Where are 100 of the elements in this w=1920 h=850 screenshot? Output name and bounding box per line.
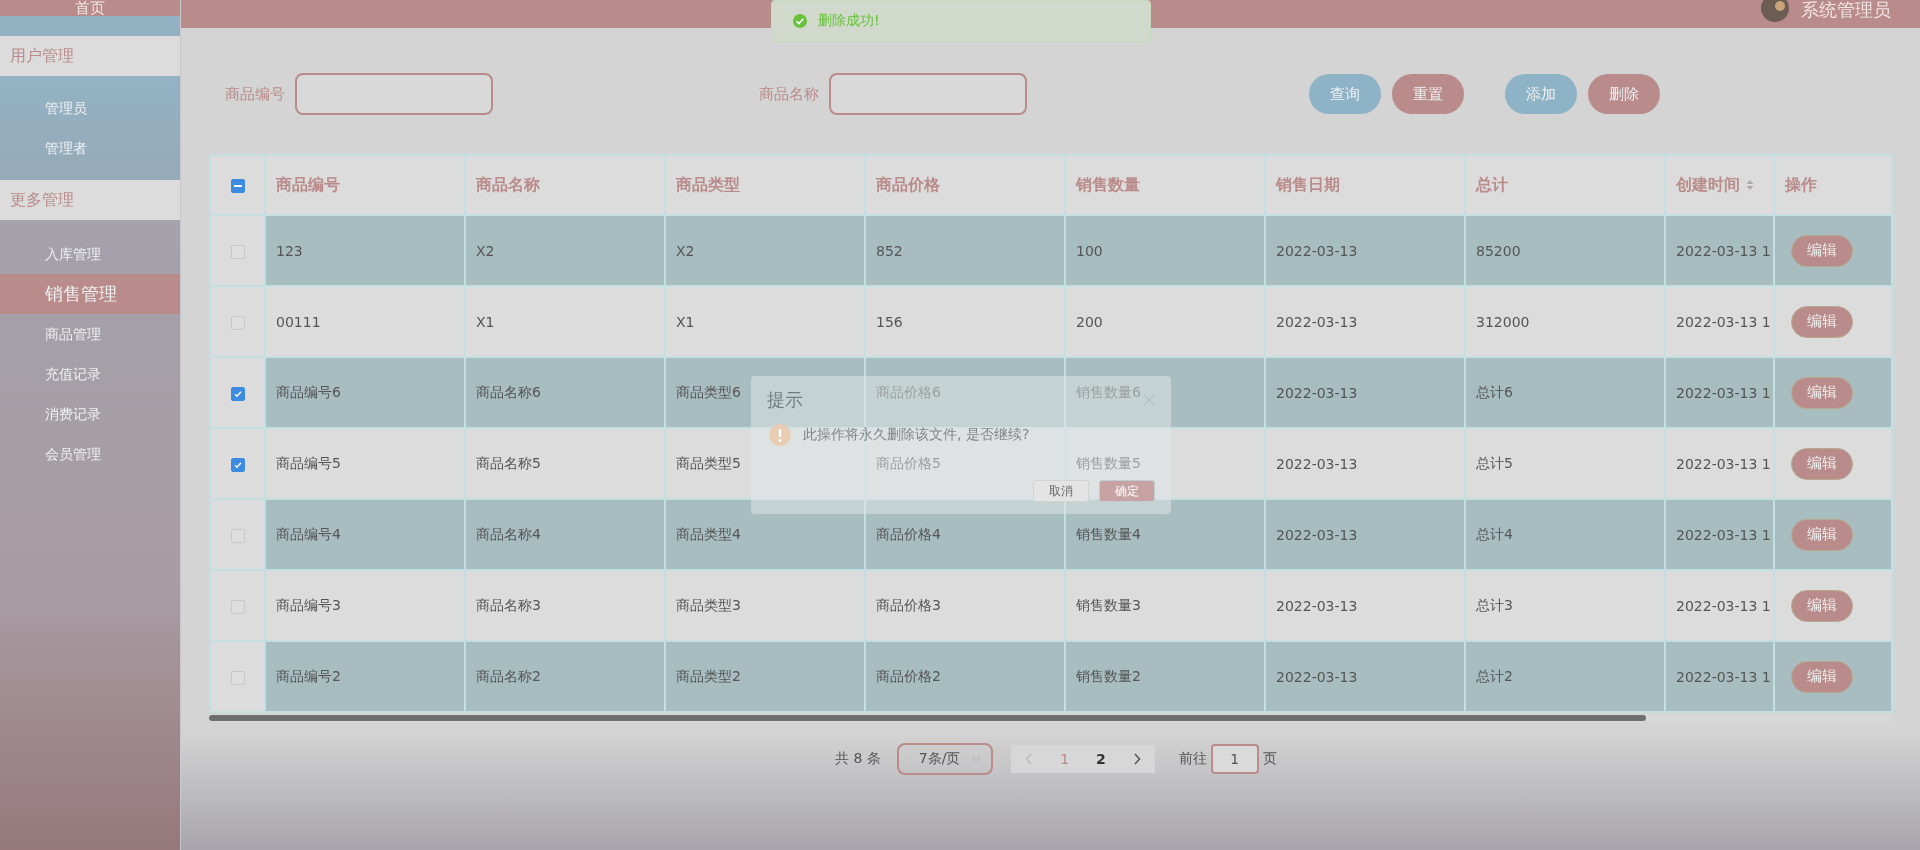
table-cell: 2022-03-13 1 <box>1665 499 1774 570</box>
jump-label: 前往 <box>1178 750 1207 768</box>
table-cell: 100 <box>1065 215 1265 286</box>
column-header[interactable]: 创建时间 <box>1665 155 1774 215</box>
table-cell: 总计5 <box>1465 428 1665 499</box>
column-header[interactable]: 商品编号 <box>265 155 465 215</box>
table-cell: 2022-03-13 <box>1265 570 1465 641</box>
sort-icon[interactable] <box>1746 179 1754 191</box>
table-cell: 商品名称5 <box>465 428 665 499</box>
table-cell: X1 <box>465 286 665 357</box>
table-cell: 商品名称3 <box>465 570 665 641</box>
table-cell: 2022-03-13 1 <box>1665 286 1774 357</box>
table-cell: 商品名称6 <box>465 357 665 428</box>
total-count: 共 8 条 <box>835 750 881 768</box>
sidebar-item[interactable]: 会员管理 <box>0 434 180 474</box>
edit-button[interactable]: 编辑 <box>1791 376 1853 409</box>
next-page-icon[interactable] <box>1132 753 1141 765</box>
page-number[interactable]: 1 <box>1046 751 1083 767</box>
page-size-select[interactable]: 7条/页 <box>896 743 993 775</box>
table-cell: 商品名称4 <box>465 499 665 570</box>
dialog-message: 此操作将永久删除该文件, 是否继续? <box>803 426 1030 444</box>
toolbar-button[interactable]: 删除 <box>1588 74 1660 114</box>
table-cell: 商品价格3 <box>865 570 1065 641</box>
edit-button[interactable]: 编辑 <box>1791 234 1853 267</box>
sidebar-item[interactable]: 入库管理 <box>0 234 180 274</box>
sidebar-item[interactable]: 商品管理 <box>0 314 180 354</box>
column-header[interactable]: 商品名称 <box>465 155 665 215</box>
dialog-button[interactable]: 取消 <box>1033 480 1089 502</box>
table-cell: 2022-03-13 1 <box>1665 641 1774 712</box>
table-cell: 商品编号6 <box>265 357 465 428</box>
sidebar-item[interactable]: 管理员 <box>0 88 180 128</box>
table-cell: 200 <box>1065 286 1265 357</box>
table-cell: 商品编号4 <box>265 499 465 570</box>
table-cell: 2022-03-13 <box>1265 428 1465 499</box>
search-field[interactable] <box>295 73 493 115</box>
sidebar-item[interactable]: 销售管理 <box>0 274 180 314</box>
edit-button[interactable]: 编辑 <box>1791 660 1853 693</box>
page-number[interactable]: 2 <box>1082 751 1119 767</box>
sidebar-group-title[interactable]: 用户管理 <box>0 36 180 76</box>
table-cell: 2022-03-13 1 <box>1665 570 1774 641</box>
page-jump-field[interactable]: 1 <box>1210 744 1259 774</box>
horizontal-scrollbar[interactable] <box>209 714 1891 722</box>
table-cell: 总计4 <box>1465 499 1665 570</box>
column-header[interactable]: 销售数量 <box>1065 155 1265 215</box>
table-cell: 2022-03-13 <box>1265 357 1465 428</box>
table-cell: 2022-03-13 <box>1265 286 1465 357</box>
field-label: 商品名称 <box>759 84 819 104</box>
toolbar-button[interactable]: 添加 <box>1505 74 1577 114</box>
table-cell: 852 <box>865 215 1065 286</box>
sidebar-item[interactable]: 充值记录 <box>0 354 180 394</box>
dialog-button[interactable]: 确定 <box>1099 480 1155 502</box>
field-label: 商品编号 <box>225 84 285 104</box>
column-header[interactable]: 商品价格 <box>865 155 1065 215</box>
select-all-checkbox[interactable] <box>230 179 245 193</box>
toolbar-button[interactable]: 查询 <box>1309 74 1381 114</box>
edit-button[interactable]: 编辑 <box>1791 305 1853 338</box>
check-circle-icon <box>792 13 808 29</box>
table-cell: 销售数量2 <box>1065 641 1265 712</box>
table-cell: 156 <box>865 286 1065 357</box>
table-cell: 2022-03-13 1 <box>1665 357 1774 428</box>
page-suffix: 页 <box>1262 750 1277 768</box>
column-header[interactable]: 商品类型 <box>665 155 865 215</box>
table-cell: 2022-03-13 1 <box>1665 428 1774 499</box>
row-checkbox[interactable] <box>230 386 245 401</box>
edit-button[interactable]: 编辑 <box>1791 518 1853 551</box>
table-cell: 总计2 <box>1465 641 1665 712</box>
table-cell: 2022-03-13 <box>1265 641 1465 712</box>
previous-page-icon[interactable] <box>1024 753 1033 765</box>
sidebar-item[interactable]: 消费记录 <box>0 394 180 434</box>
sidebar-group-title[interactable]: 更多管理 <box>0 180 180 220</box>
table-cell: 00111 <box>265 286 465 357</box>
toolbar-button[interactable]: 重置 <box>1392 74 1464 114</box>
edit-button[interactable]: 编辑 <box>1791 589 1853 622</box>
user-name[interactable]: 系统管理员 <box>1801 0 1891 20</box>
table-cell: 2022-03-13 <box>1265 499 1465 570</box>
table-cell: 销售数量4 <box>1065 499 1265 570</box>
table-cell: 商品类型4 <box>665 499 865 570</box>
column-header[interactable]: 销售日期 <box>1265 155 1465 215</box>
column-header[interactable]: 总计 <box>1465 155 1665 215</box>
table-cell: 123 <box>265 215 465 286</box>
toast-message: 删除成功! <box>818 12 880 30</box>
table-cell: 商品类型2 <box>665 641 865 712</box>
table-cell: X2 <box>665 215 865 286</box>
search-field[interactable] <box>829 73 1027 115</box>
table-cell: X2 <box>465 215 665 286</box>
edit-button[interactable]: 编辑 <box>1791 447 1853 480</box>
warning-icon <box>769 424 791 446</box>
row-checkbox[interactable] <box>230 457 245 472</box>
sidebar-home-item[interactable]: 首页 <box>0 0 180 16</box>
table-cell: 312000 <box>1465 286 1665 357</box>
table-cell: 2022-03-13 <box>1265 215 1465 286</box>
sidebar-item[interactable]: 管理者 <box>0 128 180 168</box>
table-cell: 销售数量3 <box>1065 570 1265 641</box>
table-cell: 总计3 <box>1465 570 1665 641</box>
check-icon <box>232 388 243 399</box>
column-header[interactable]: 操作 <box>1774 155 1892 215</box>
table-cell: 商品价格4 <box>865 499 1065 570</box>
avatar-icon[interactable] <box>1761 0 1789 22</box>
table-cell: 商品类型3 <box>665 570 865 641</box>
table-cell: 商品编号3 <box>265 570 465 641</box>
